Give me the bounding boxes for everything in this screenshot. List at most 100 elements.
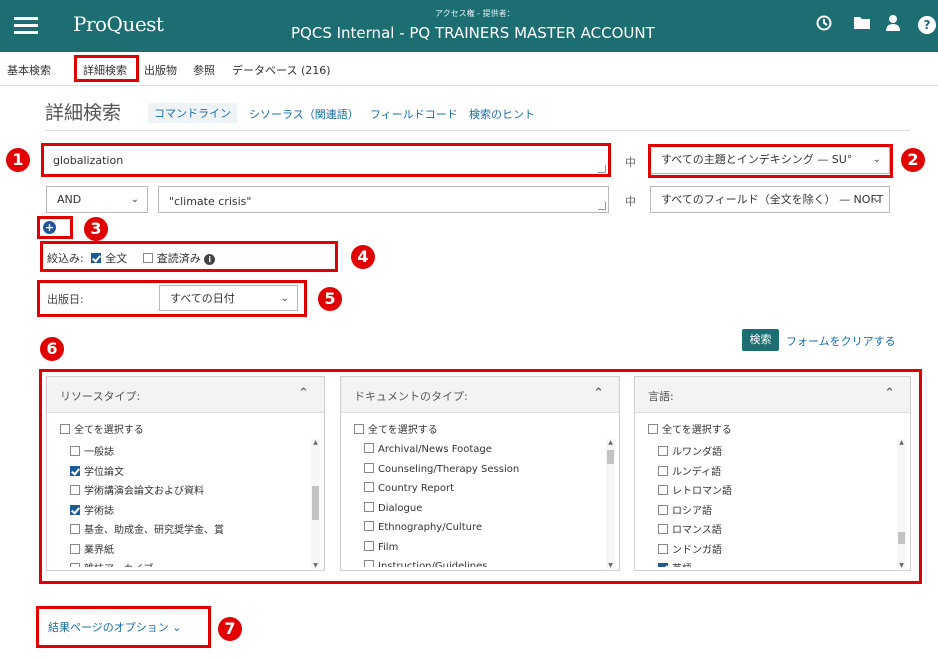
facet-title: ドキュメントのタイプ: (354, 390, 468, 403)
folder-icon[interactable] (851, 14, 873, 36)
facet-option[interactable]: レトロマン語 (658, 482, 896, 502)
facet-option[interactable]: 雑誌アーカイブ (70, 560, 310, 567)
select-all-checkbox[interactable] (354, 424, 364, 434)
field-select-2[interactable]: すべてのフィールド（全文を除く） — NOFT ⌄ (650, 186, 890, 213)
facet-option[interactable]: 学術講演会論文および資料 (70, 482, 310, 502)
select-all-checkbox[interactable] (648, 424, 658, 434)
facet-option[interactable]: Country Report (364, 482, 605, 502)
facet-option-checkbox[interactable] (658, 446, 668, 456)
select-all-checkbox[interactable] (60, 424, 70, 434)
select-all[interactable]: 全てを選択する (354, 421, 438, 436)
scroll-up-icon[interactable]: ▲ (606, 439, 615, 446)
annotation-box-3 (37, 216, 73, 239)
help-icon[interactable]: ? (916, 14, 938, 36)
facet-option[interactable]: Archival/News Footage (364, 443, 605, 463)
scrollbar[interactable]: ▲ ▼ (897, 439, 906, 569)
facet-option[interactable]: Instruction/Guidelines (364, 560, 605, 567)
facet-option[interactable]: ルワンダ語 (658, 443, 896, 463)
facet-option[interactable]: ンドンガ語 (658, 541, 896, 561)
facet-header[interactable]: ドキュメントのタイプ: ⌃ (341, 377, 619, 413)
resize-handle[interactable] (598, 202, 606, 210)
boolean-operator-select[interactable]: AND ⌄ (46, 186, 148, 213)
facet-option-checkbox[interactable] (658, 563, 668, 567)
facet-option-checkbox[interactable] (364, 462, 374, 473)
facet-option-checkbox[interactable] (364, 501, 374, 512)
facet-option-checkbox[interactable] (364, 540, 374, 551)
facet-option-label: Country Report (378, 483, 455, 494)
main-nav: 基本検索 詳細検索 出版物 参照 データベース (216) (0, 52, 938, 86)
annotation-marker-4: 4 (351, 245, 375, 269)
select-all-label: 全てを選択する (662, 425, 732, 436)
select-all[interactable]: 全てを選択する (648, 421, 732, 436)
annotation-box-5 (37, 280, 307, 317)
scrollbar[interactable]: ▲ ▼ (311, 439, 320, 569)
chevron-up-icon[interactable]: ⌃ (593, 386, 604, 401)
facet-option[interactable]: 学術誌 (70, 502, 310, 522)
facet-title: リソースタイプ: (60, 390, 141, 403)
facet-option-checkbox[interactable] (364, 482, 374, 492)
facet-panel-document-type: ドキュメントのタイプ: ⌃ 全てを選択する Archival/News Foot… (340, 376, 620, 571)
facet-option[interactable]: 基金、助成金、研究奨学金、賞 (70, 521, 310, 541)
facet-option-checkbox[interactable] (364, 560, 374, 567)
clear-form-link[interactable]: フォームをクリアする (786, 333, 896, 349)
tab-thesaurus[interactable]: シソーラス（関連語） (249, 106, 359, 122)
scrollbar[interactable]: ▲ ▼ (606, 439, 615, 569)
menu-icon[interactable] (14, 14, 38, 38)
facet-option-checkbox[interactable] (70, 446, 80, 456)
facet-option-checkbox[interactable] (364, 521, 374, 531)
facet-option-checkbox[interactable] (658, 504, 668, 515)
scroll-thumb[interactable] (312, 486, 319, 520)
scroll-thumb[interactable] (898, 532, 905, 544)
scroll-down-icon[interactable]: ▼ (897, 562, 906, 569)
facet-header[interactable]: リソースタイプ: ⌃ (47, 377, 324, 413)
facet-options: 一般誌学位論文学術講演会論文および資料学術誌基金、助成金、研究奨学金、賞業界紙雑… (70, 443, 310, 567)
search-term-input-2[interactable]: "climate crisis" (158, 186, 609, 213)
facet-option[interactable]: ロマンス語 (658, 521, 896, 541)
facet-option-checkbox[interactable] (70, 563, 80, 567)
proquest-logo[interactable]: ProQuest (73, 12, 164, 36)
tab-command-line[interactable]: コマンドライン (148, 103, 237, 123)
facet-option[interactable]: 英語 (658, 560, 896, 567)
facet-option[interactable]: Dialogue (364, 501, 605, 522)
facet-option-checkbox[interactable] (658, 465, 668, 476)
facet-option-label: 英語 (672, 564, 692, 567)
facet-header[interactable]: 言語: ⌃ (635, 377, 910, 413)
facet-option-checkbox[interactable] (658, 485, 668, 495)
select-all[interactable]: 全てを選択する (60, 421, 144, 436)
facet-option[interactable]: Ethnography/Culture (364, 521, 605, 541)
scroll-up-icon[interactable]: ▲ (897, 439, 906, 446)
nav-publications[interactable]: 出版物 (144, 62, 177, 78)
search-button[interactable]: 検索 (742, 329, 779, 351)
nav-basic-search[interactable]: 基本検索 (7, 62, 51, 78)
facet-option[interactable]: 一般誌 (70, 443, 310, 463)
facet-option[interactable]: 学位論文 (70, 463, 310, 483)
facet-options: ルワンダ語ルンディ語レトロマン語ロシア語ロマンス語ンドンガ語英語 (658, 443, 896, 567)
facet-option[interactable]: Counseling/Therapy Session (364, 462, 605, 483)
facet-option-checkbox[interactable] (70, 465, 80, 476)
scroll-thumb[interactable] (607, 450, 614, 464)
facet-option[interactable]: 業界紙 (70, 541, 310, 561)
facet-option[interactable]: ルンディ語 (658, 463, 896, 483)
select-all-label: 全てを選択する (368, 425, 438, 436)
chevron-up-icon[interactable]: ⌃ (298, 386, 309, 401)
facet-option-checkbox[interactable] (658, 543, 668, 554)
facet-option-checkbox[interactable] (658, 524, 668, 534)
chevron-up-icon[interactable]: ⌃ (884, 386, 895, 401)
scroll-down-icon[interactable]: ▼ (311, 562, 320, 569)
nav-browse[interactable]: 参照 (193, 62, 215, 78)
facet-option-checkbox[interactable] (70, 485, 80, 495)
facet-option-checkbox[interactable] (70, 524, 80, 534)
scroll-down-icon[interactable]: ▼ (606, 562, 615, 569)
annotation-box-1 (41, 143, 611, 177)
tab-search-tips[interactable]: 検索のヒント (469, 106, 535, 122)
nav-databases[interactable]: データベース (216) (232, 62, 331, 78)
tab-field-codes[interactable]: フィールドコード (370, 106, 458, 122)
facet-option-checkbox[interactable] (70, 504, 80, 515)
facet-option-checkbox[interactable] (364, 443, 374, 453)
history-icon[interactable] (813, 14, 835, 36)
user-icon[interactable] (882, 14, 904, 36)
scroll-up-icon[interactable]: ▲ (311, 439, 320, 446)
facet-option-checkbox[interactable] (70, 543, 80, 554)
facet-option[interactable]: Film (364, 540, 605, 561)
facet-option[interactable]: ロシア語 (658, 502, 896, 522)
